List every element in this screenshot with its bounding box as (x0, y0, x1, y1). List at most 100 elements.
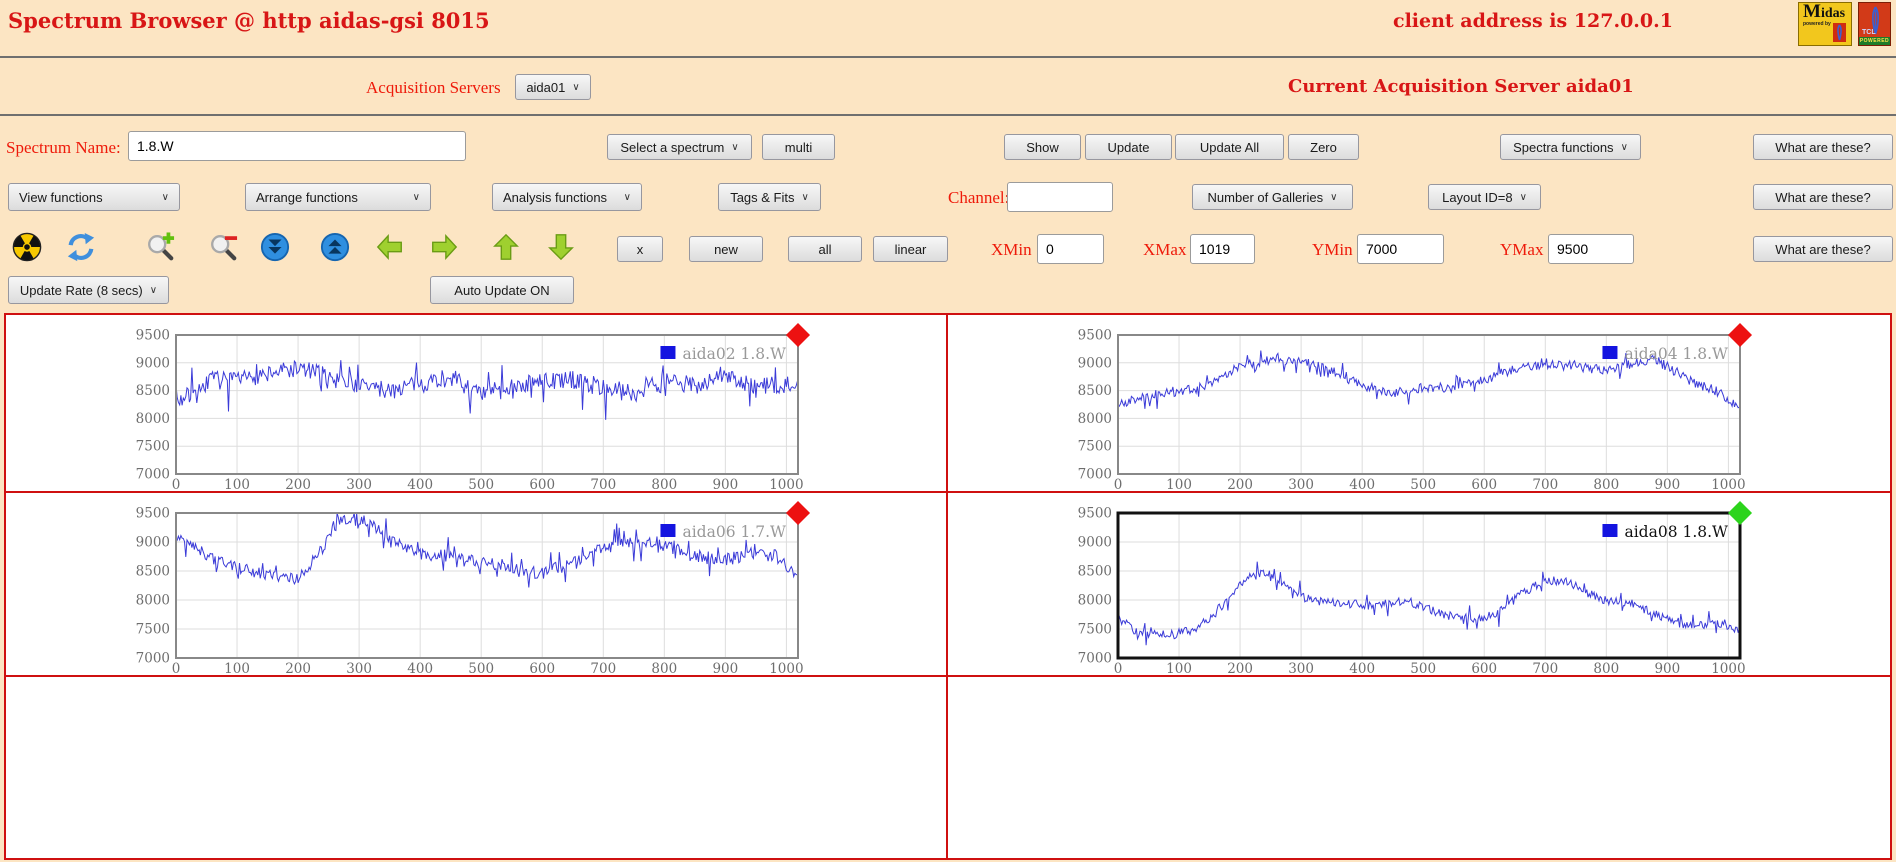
svg-text:700: 700 (590, 477, 616, 491)
midas-logo[interactable]: Midas powered by (1798, 2, 1852, 46)
ymin-input[interactable] (1357, 234, 1444, 264)
analysis-functions-dropdown[interactable]: Analysis functions∨ (492, 183, 642, 211)
svg-text:400: 400 (407, 661, 433, 675)
arrow-right-icon[interactable] (429, 232, 459, 262)
spectrum-name-label: Spectrum Name: (6, 138, 121, 158)
svg-text:800: 800 (1593, 477, 1619, 491)
select-spectrum-label: Select a spectrum (620, 140, 724, 155)
tcl-powered-logo[interactable]: TCL POWERED (1858, 2, 1891, 46)
svg-text:800: 800 (651, 477, 677, 491)
svg-text:8500: 8500 (1078, 564, 1112, 580)
midas-feather-icon (1833, 23, 1846, 42)
xmin-input[interactable] (1037, 234, 1104, 264)
what-are-these-button[interactable]: What are these? (1753, 184, 1893, 210)
show-button[interactable]: Show (1004, 134, 1081, 160)
svg-text:8500: 8500 (136, 564, 170, 580)
svg-text:8000: 8000 (1078, 593, 1112, 609)
svg-text:0: 0 (1114, 661, 1123, 675)
svg-text:200: 200 (285, 477, 311, 491)
gallery-cell-aida08[interactable]: 7000750080008500900095000100200300400500… (948, 493, 1890, 677)
select-spectrum-dropdown[interactable]: Select a spectrum∨ (607, 134, 752, 160)
x-axis-button[interactable]: x (617, 236, 663, 262)
multi-button[interactable]: multi (762, 134, 835, 160)
auto-update-button[interactable]: Auto Update ON (430, 276, 574, 304)
svg-text:8500: 8500 (1078, 383, 1112, 399)
svg-text:9500: 9500 (1078, 328, 1112, 344)
gallery-cell-aida06[interactable]: 7000750080008500900095000100200300400500… (6, 493, 948, 677)
svg-text:7000: 7000 (1078, 651, 1112, 667)
acquisition-server-select[interactable]: aida01∨ (515, 74, 591, 100)
update-rate-dropdown[interactable]: Update Rate (8 secs)∨ (8, 276, 169, 304)
what-are-these-button[interactable]: What are these? (1753, 134, 1893, 160)
svg-text:600: 600 (529, 477, 555, 491)
tags-fits-dropdown[interactable]: Tags & Fits∨ (718, 183, 821, 211)
arrow-down-icon[interactable] (546, 232, 576, 262)
double-up-icon[interactable] (320, 232, 350, 262)
svg-text:100: 100 (1166, 661, 1192, 675)
spectrum-name-input[interactable] (128, 131, 466, 161)
chevron-down-icon: ∨ (801, 192, 808, 203)
gallery-cell-aida02[interactable]: 7000750080008500900095000100200300400500… (6, 315, 948, 493)
zoom-in-icon[interactable] (145, 232, 175, 262)
arrange-functions-dropdown[interactable]: Arrange functions∨ (245, 183, 431, 211)
svg-text:9000: 9000 (1078, 535, 1112, 551)
current-server-text: Current Acquisition Server aida01 (1288, 76, 1634, 97)
svg-text:500: 500 (468, 661, 494, 675)
spectrum-chart-aida08[interactable]: 7000750080008500900095000100200300400500… (948, 493, 1890, 675)
svg-text:300: 300 (346, 661, 372, 675)
svg-text:9500: 9500 (136, 506, 170, 522)
svg-text:7500: 7500 (136, 622, 170, 638)
spectra-functions-dropdown[interactable]: Spectra functions∨ (1500, 134, 1641, 160)
svg-text:7000: 7000 (136, 651, 170, 667)
legend-swatch (660, 346, 675, 359)
chart-legend: aida04 1.8.W (1624, 345, 1728, 363)
svg-text:300: 300 (1288, 661, 1314, 675)
svg-text:9000: 9000 (136, 355, 170, 371)
svg-text:400: 400 (1349, 661, 1375, 675)
zero-button[interactable]: Zero (1288, 134, 1359, 160)
number-of-galleries-dropdown[interactable]: Number of Galleries∨ (1192, 184, 1353, 210)
new-button[interactable]: new (689, 236, 763, 262)
divider (0, 56, 1896, 58)
svg-text:500: 500 (468, 477, 494, 491)
svg-text:1000: 1000 (769, 661, 803, 675)
xmax-input[interactable] (1190, 234, 1255, 264)
svg-text:100: 100 (224, 661, 250, 675)
svg-text:9500: 9500 (1078, 506, 1112, 522)
zoom-out-icon[interactable] (208, 232, 238, 262)
svg-text:600: 600 (529, 661, 555, 675)
ymax-input[interactable] (1548, 234, 1634, 264)
svg-text:8000: 8000 (136, 593, 170, 609)
radiation-icon[interactable] (12, 232, 42, 262)
layout-id-dropdown[interactable]: Layout ID=8∨ (1428, 184, 1541, 210)
channel-input[interactable] (1007, 182, 1113, 212)
svg-text:600: 600 (1471, 477, 1497, 491)
refresh-icon[interactable] (66, 232, 96, 262)
svg-text:900: 900 (712, 477, 738, 491)
svg-text:0: 0 (1114, 477, 1123, 491)
all-button[interactable]: all (788, 236, 862, 262)
update-rate-label: Update Rate (8 secs) (20, 283, 143, 298)
gallery-cell-empty[interactable] (948, 677, 1890, 858)
svg-text:900: 900 (712, 661, 738, 675)
svg-text:8500: 8500 (136, 383, 170, 399)
spectrum-chart-aida06[interactable]: 7000750080008500900095000100200300400500… (6, 493, 946, 675)
double-down-icon[interactable] (260, 232, 290, 262)
spectra-functions-label: Spectra functions (1513, 140, 1613, 155)
gallery-cell-empty[interactable] (6, 677, 948, 858)
linear-button[interactable]: linear (873, 236, 948, 262)
arrow-up-icon[interactable] (491, 232, 521, 262)
spectrum-chart-aida04[interactable]: 7000750080008500900095000100200300400500… (948, 315, 1890, 491)
view-functions-dropdown[interactable]: View functions∨ (8, 183, 180, 211)
svg-text:300: 300 (346, 477, 372, 491)
update-all-button[interactable]: Update All (1175, 134, 1284, 160)
what-are-these-button[interactable]: What are these? (1753, 236, 1893, 262)
update-button[interactable]: Update (1085, 134, 1172, 160)
arrow-left-icon[interactable] (375, 232, 405, 262)
gallery-cell-aida04[interactable]: 7000750080008500900095000100200300400500… (948, 315, 1890, 493)
svg-text:800: 800 (1593, 661, 1619, 675)
chevron-down-icon: ∨ (572, 82, 579, 93)
svg-text:200: 200 (1227, 661, 1253, 675)
spectrum-chart-aida02[interactable]: 7000750080008500900095000100200300400500… (6, 315, 946, 491)
tcl-logo-text: TCL (1862, 29, 1876, 36)
